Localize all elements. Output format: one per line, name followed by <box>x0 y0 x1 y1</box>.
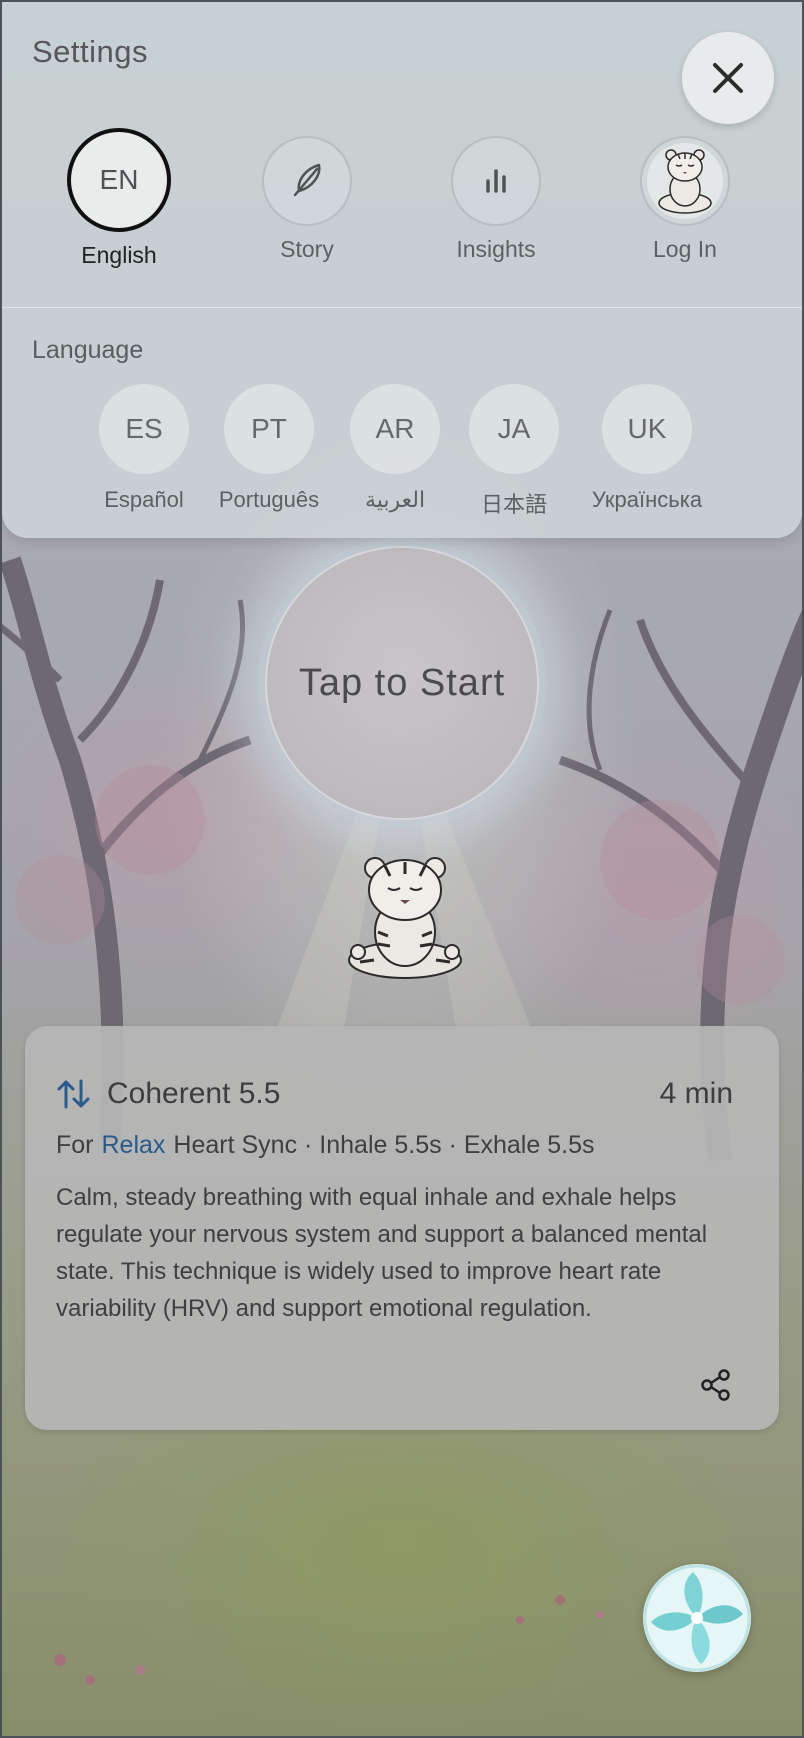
for-prefix: For <box>56 1131 94 1159</box>
current-language-code: EN <box>99 164 139 195</box>
goal-link[interactable]: Relax <box>102 1131 166 1159</box>
settings-divider <box>2 307 802 308</box>
language-heading: Language <box>32 336 144 364</box>
language-code: UK <box>627 413 667 444</box>
current-language-label: English <box>81 242 157 268</box>
exercise-info-card: Coherent 5.5 4 min For Relax Heart Sync · … <box>25 1026 779 1430</box>
insights-button[interactable]: Insights <box>431 128 561 263</box>
exercise-duration: 4 min <box>659 1077 733 1110</box>
language-code-circle: ES <box>99 384 189 474</box>
story-label: Story <box>280 236 334 262</box>
feather-icon <box>293 163 321 197</box>
current-language-circle: EN <box>67 128 171 232</box>
log-in-avatar-circle <box>640 136 730 226</box>
settings-panel: Settings EN English Story Insights Log I… <box>2 0 802 538</box>
tiger-mascot-image <box>348 857 462 979</box>
language-option-uk[interactable]: UK Українська <box>577 384 717 513</box>
language-code-circle: AR <box>350 384 440 474</box>
language-code-circle: UK <box>602 384 692 474</box>
start-button-label: Tap to Start <box>298 661 506 704</box>
exercise-meta: For Relax Heart Sync · Inhale 5.5s · Exhal… <box>56 1131 594 1160</box>
exercise-details: Heart Sync · Inhale 5.5s · Exhale 5.5s <box>173 1131 595 1159</box>
language-code-circle: PT <box>224 384 314 474</box>
language-code: AR <box>375 413 415 444</box>
share-icon[interactable] <box>699 1368 733 1402</box>
language-label: Українська <box>591 487 703 512</box>
language-code: JA <box>497 413 531 444</box>
exercise-description: Calm, steady breathing with equal inhale… <box>56 1184 708 1322</box>
language-option-pt[interactable]: PT Português <box>199 384 339 513</box>
story-circle <box>262 136 352 226</box>
pinwheel-fab-button[interactable] <box>643 1564 751 1672</box>
bar-chart-icon <box>486 169 506 193</box>
close-icon <box>713 63 743 93</box>
insights-label: Insights <box>456 236 536 262</box>
language-current-english[interactable]: EN English <box>54 128 184 269</box>
language-code: PT <box>251 413 287 444</box>
exercise-title: Coherent 5.5 <box>107 1077 281 1110</box>
language-code: ES <box>125 413 163 444</box>
log-in-button[interactable]: Log In <box>620 128 750 263</box>
language-option-es[interactable]: ES Español <box>74 384 214 513</box>
pinwheel-icon <box>643 1564 751 1672</box>
language-code-circle: JA <box>469 384 559 474</box>
card-header: Coherent 5.5 4 min <box>55 1074 733 1114</box>
language-option-ja[interactable]: JA 日本語 <box>444 384 584 519</box>
tap-to-start-button[interactable]: Tap to Start <box>265 546 539 820</box>
swap-vertical-icon <box>57 1079 90 1109</box>
language-label: 日本語 <box>480 492 547 517</box>
language-label: Português <box>218 487 320 512</box>
log-in-label: Log In <box>653 236 717 262</box>
story-button[interactable]: Story <box>242 128 372 263</box>
settings-title: Settings <box>32 34 149 69</box>
insights-circle <box>451 136 541 226</box>
tiger-avatar-icon <box>647 143 723 219</box>
language-label: Español <box>104 487 184 512</box>
close-settings-button[interactable] <box>682 32 774 124</box>
